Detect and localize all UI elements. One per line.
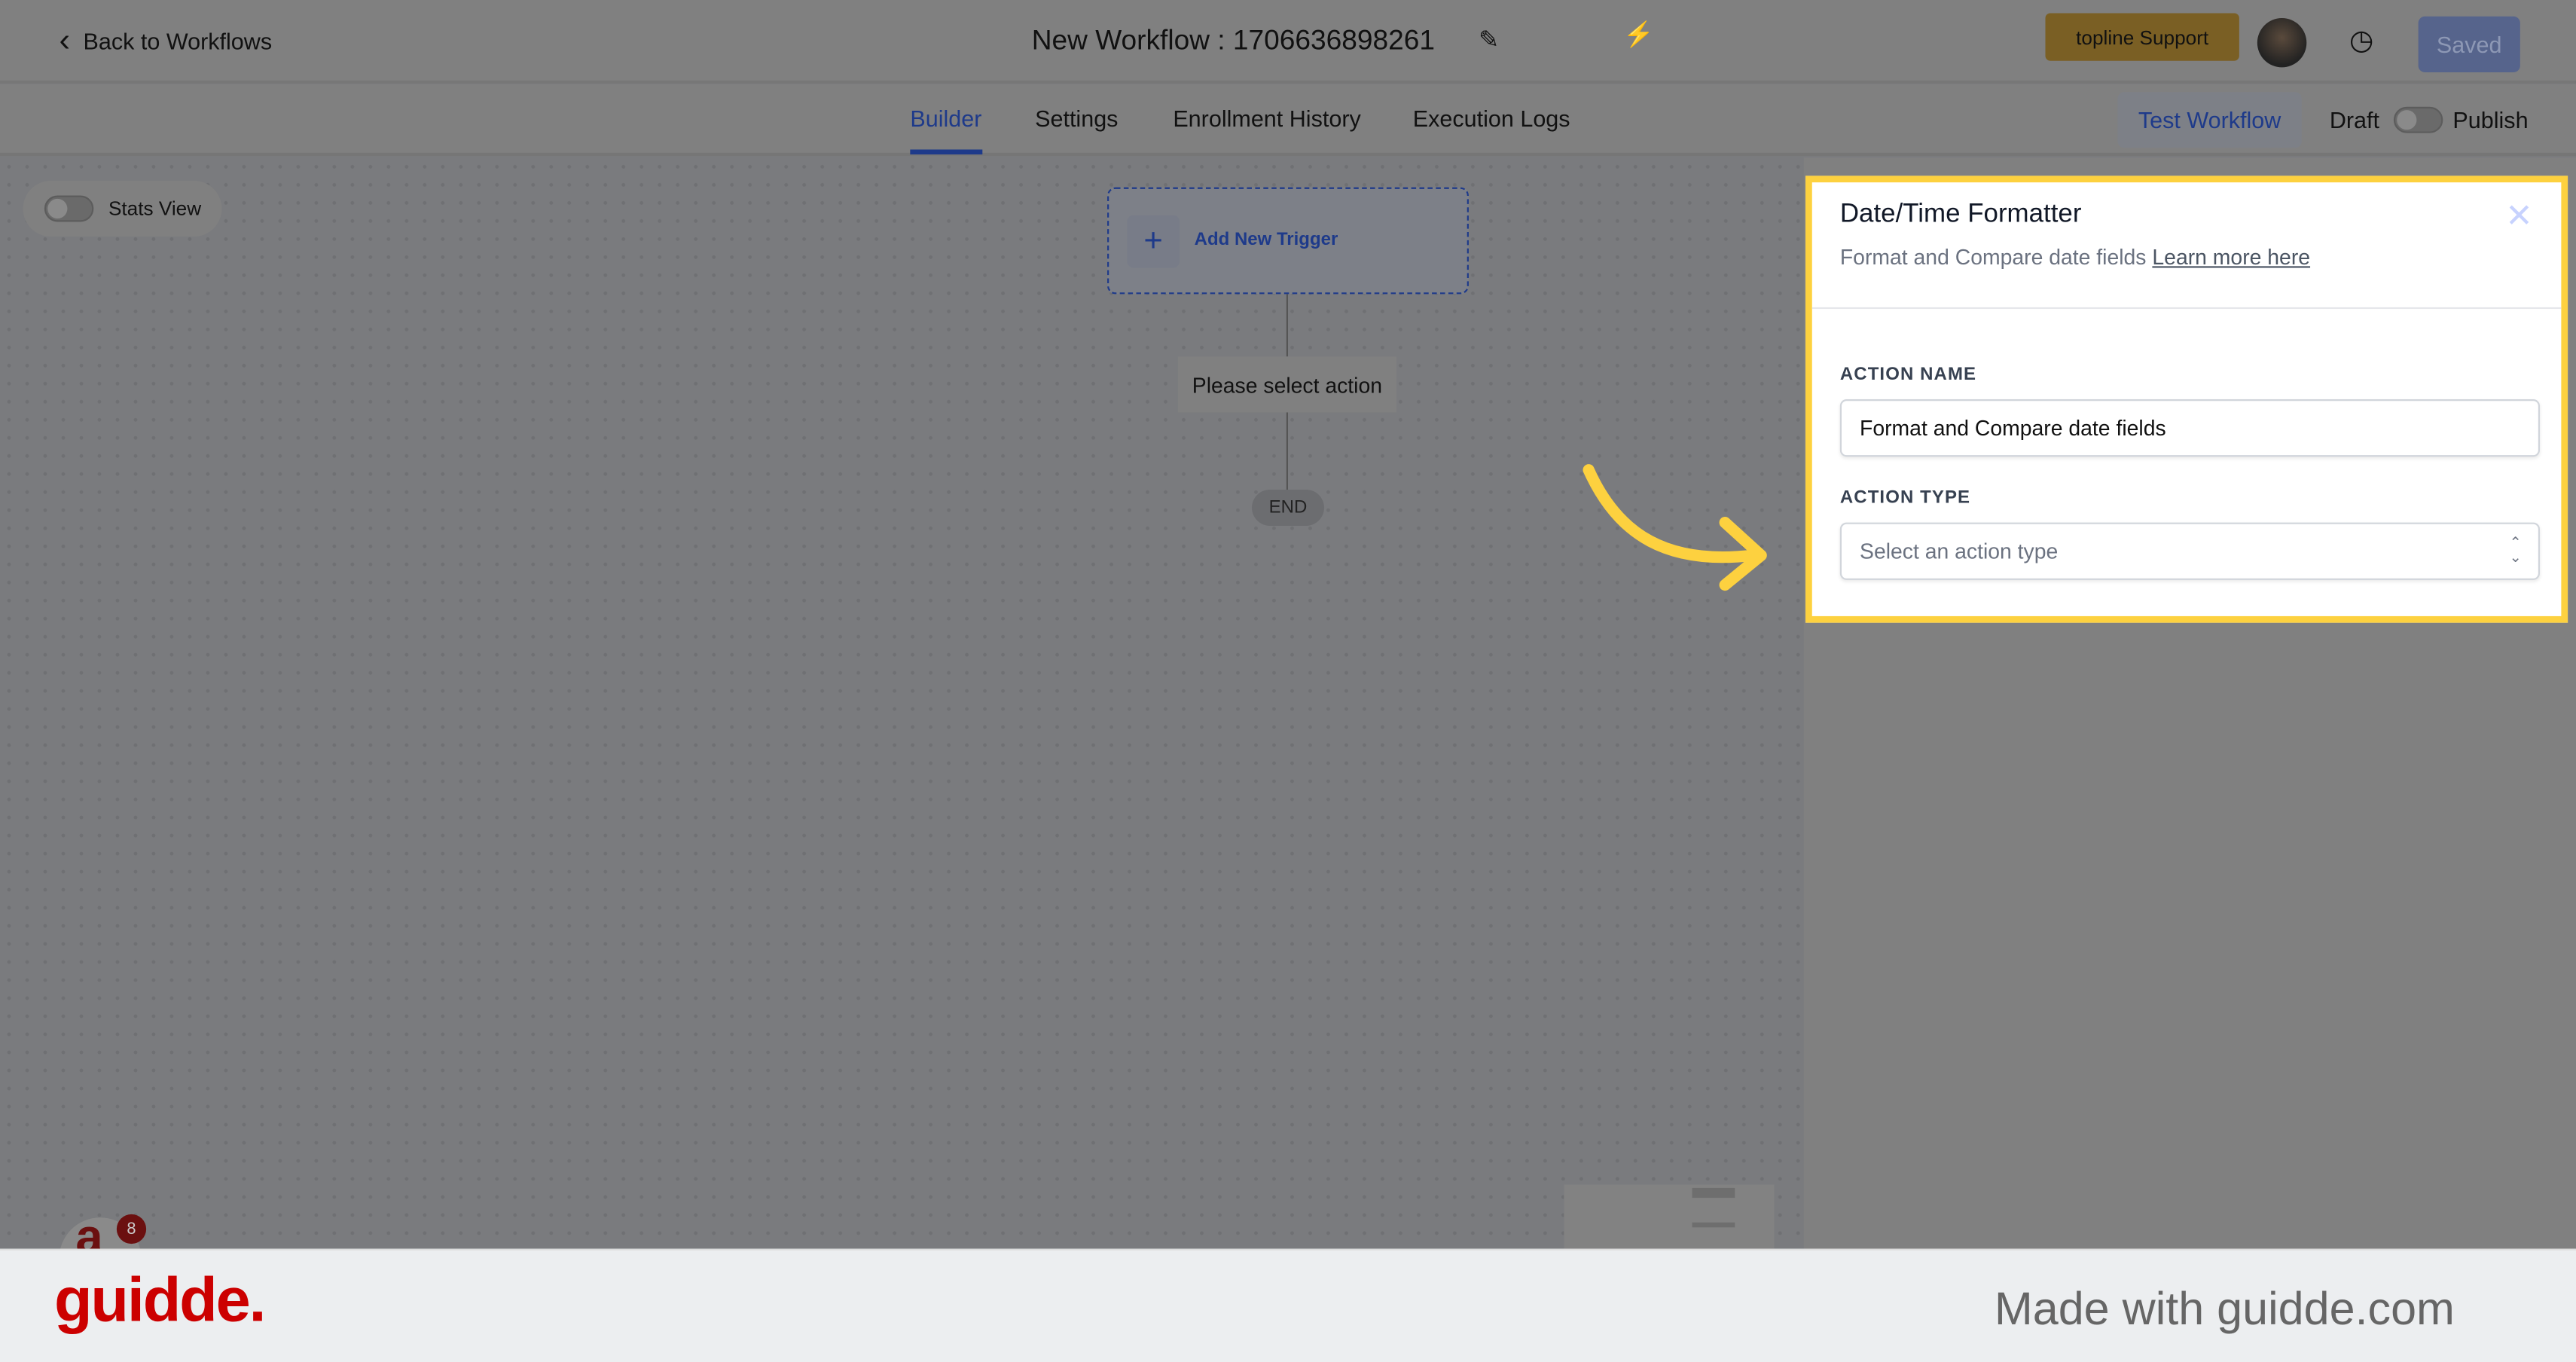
publish-toggle[interactable] — [2393, 106, 2443, 133]
panel-subtitle: Format and Compare date fields Learn mor… — [1840, 245, 2310, 270]
action-type-label: ACTION TYPE — [1839, 487, 1971, 508]
stats-view-toggle[interactable] — [44, 195, 94, 222]
made-with-guidde-text: Made with guidde.com — [1994, 1283, 2455, 1335]
connector-line — [1286, 294, 1288, 357]
lightning-icon: ⚡ — [1622, 21, 1654, 50]
subtitle-text: Format and Compare date fields — [1839, 244, 2147, 270]
action-name-value: Format and Compare date fields — [1860, 415, 2166, 441]
add-new-trigger-node[interactable]: + Add New Trigger — [1107, 187, 1469, 295]
action-node[interactable]: Please select action — [1177, 356, 1396, 413]
close-icon[interactable]: ✕ — [2505, 196, 2533, 237]
stats-view-control: Stats View — [23, 180, 222, 237]
avatar[interactable] — [2257, 17, 2307, 68]
saved-button[interactable]: Saved — [2418, 16, 2520, 72]
guidde-footer: guidde. Made with guidde.com — [0, 1248, 2576, 1362]
action-name-input[interactable]: Format and Compare date fields — [1839, 399, 2541, 457]
plus-icon: + — [1127, 215, 1180, 268]
arrow-annotation-icon — [1583, 464, 1767, 591]
test-workflow-button[interactable]: Test Workflow — [2117, 92, 2302, 148]
publish-label: Publish — [2452, 106, 2529, 133]
select-updown-chevron-icon: ⌃ ⌄ — [2509, 533, 2523, 566]
action-type-placeholder: Select an action type — [1860, 539, 2059, 564]
history-clock-icon[interactable]: ◷ — [2349, 25, 2373, 58]
chevron-left-icon: ‹ — [59, 23, 71, 60]
back-to-workflows-link[interactable]: ‹ Back to Workflows — [59, 23, 273, 60]
tab-execution-logs[interactable]: Execution Logs — [1413, 105, 1570, 132]
action-type-select[interactable]: Select an action type ⌃ ⌄ — [1839, 522, 2541, 580]
top-header: ‹ Back to Workflows New Workflow : 17066… — [0, 0, 2576, 84]
panel-title: Date/Time Formatter — [1839, 200, 2082, 229]
active-tab-indicator — [910, 149, 983, 155]
workflow-title: New Workflow : 1706636898261 — [1031, 24, 1436, 56]
tab-enrollment-history[interactable]: Enrollment History — [1173, 105, 1360, 132]
tab-bar: Builder Settings Enrollment History Exec… — [0, 84, 2576, 157]
workflow-canvas[interactable]: Stats View + Add New Trigger Please sele… — [0, 157, 1804, 1267]
minimap-node — [1692, 1187, 1735, 1199]
action-name-label: ACTION NAME — [1839, 365, 1977, 385]
add-trigger-label: Add New Trigger — [1194, 230, 1338, 250]
end-node: END — [1252, 489, 1324, 526]
guidde-logo: guidde. — [53, 1266, 267, 1336]
minimap[interactable] — [1564, 1184, 1775, 1249]
support-button[interactable]: topline Support — [2045, 13, 2239, 61]
tab-builder[interactable]: Builder — [910, 105, 981, 132]
edit-pencil-icon[interactable]: ✎ — [1479, 25, 1499, 54]
connector-line — [1286, 412, 1288, 490]
tab-settings[interactable]: Settings — [1035, 105, 1118, 132]
draft-label: Draft — [2329, 106, 2380, 133]
date-time-formatter-panel: Date/Time Formatter ✕ Format and Compare… — [1805, 176, 2568, 623]
stats-view-label: Stats View — [108, 197, 202, 221]
notification-badge: 8 — [116, 1214, 147, 1244]
minimap-node — [1692, 1222, 1735, 1228]
learn-more-link[interactable]: Learn more here — [2152, 245, 2310, 270]
divider — [1811, 307, 2562, 310]
